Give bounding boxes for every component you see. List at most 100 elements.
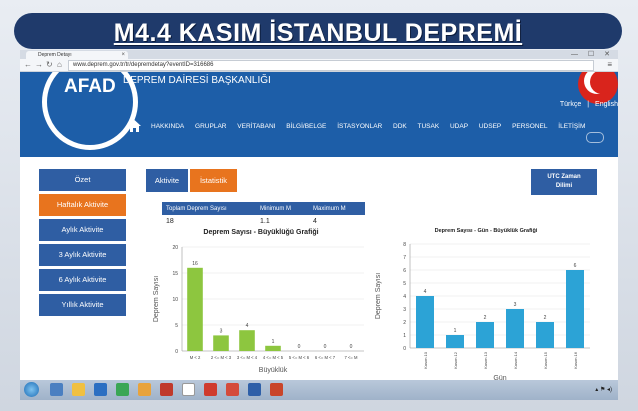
stats-header-min: Minimum M <box>256 202 309 215</box>
browser-tabstrip: Deprem Detayı × — ☐ ✕ <box>20 50 618 59</box>
app-red-icon[interactable] <box>204 383 217 396</box>
stats-header-row: Toplam Deprem Sayısı Minimum M Maximum M <box>162 202 365 215</box>
y-tick-label: 20 <box>172 245 178 251</box>
x-tick-label: M < 2 <box>190 355 201 360</box>
media-icon[interactable] <box>138 383 151 396</box>
word-icon[interactable] <box>94 383 107 396</box>
url-input[interactable]: www.deprem.gov.tr/tr/depremdetay?eventID… <box>68 60 594 71</box>
department-name: DEPREM DAİRESİ BAŞKANLIĞI <box>123 75 271 86</box>
sidebar-item-ozet[interactable]: Özet <box>39 169 126 191</box>
nav-item-istasyonlar[interactable]: İSTASYONLAR <box>337 123 382 130</box>
utc-timezone-button[interactable]: UTC Zaman Dilimi <box>531 169 597 195</box>
system-tray-icons[interactable]: ▴ ⚑ ◂) <box>595 386 612 393</box>
x-tick-label: Kasım 10 <box>423 351 428 369</box>
browser-window: Deprem Detayı × — ☐ ✕ ← → ↻ ⌂ www.deprem… <box>20 50 618 388</box>
language-switch: Türkçe | English <box>556 101 618 108</box>
y-tick-label: 7 <box>403 255 406 261</box>
sidebar-item-haftalik[interactable]: Haftalık Aktivite <box>39 194 126 216</box>
nav-item-ddk[interactable]: DDK <box>393 123 407 130</box>
x-tick-label: 3 <= M < 4 <box>237 355 258 360</box>
nav-item-veritabani[interactable]: VERİTABANI <box>237 123 275 130</box>
main-content: Özet Haftalık Aktivite Aylık Aktivite 3 … <box>20 157 618 388</box>
home-browser-icon[interactable]: ⌂ <box>57 59 62 71</box>
sidebar-item-yillik[interactable]: Yıllık Aktivite <box>39 294 126 316</box>
excel-icon[interactable] <box>116 383 129 396</box>
start-button-icon[interactable] <box>24 382 39 397</box>
y-tick-label: 5 <box>175 323 178 329</box>
y-tick-label: 1 <box>403 333 406 339</box>
stats-header-total: Toplam Deprem Sayısı <box>162 202 256 215</box>
x-tick-label: 6 <= M < 7 <box>315 355 336 360</box>
taskbar: ▴ ⚑ ◂) <box>20 380 618 400</box>
magnitude-chart: Deprem Sayısı - Büyüklüğü Grafiği 0 5 10 15… <box>148 225 374 385</box>
browser-tab[interactable]: Deprem Detayı × <box>26 51 128 59</box>
y-tick-label: 5 <box>403 281 406 287</box>
nav-item-gruplar[interactable]: GRUPLAR <box>195 123 226 130</box>
nav-item-udsep[interactable]: UDSEP <box>479 123 501 130</box>
data-label: 2 <box>544 315 547 321</box>
y-tick-label: 10 <box>172 297 178 303</box>
folder-icon[interactable] <box>72 383 85 396</box>
bar <box>446 335 464 348</box>
stats-header-max: Maximum M <box>309 202 365 215</box>
sidebar-item-6-aylik[interactable]: 6 Aylık Aktivite <box>39 269 126 291</box>
nav-item-udap[interactable]: UDAP <box>450 123 468 130</box>
y-tick-label: 15 <box>172 271 178 277</box>
x-tick-label: Kasım 13 <box>483 351 488 369</box>
nav-item-tusak[interactable]: TUSAK <box>417 123 439 130</box>
tab-close-icon[interactable]: × <box>121 51 125 59</box>
bar <box>506 309 524 348</box>
browser-menu-icon[interactable]: ≡ <box>607 59 612 71</box>
y-tick-label: 2 <box>403 320 406 326</box>
lang-turkish-link[interactable]: Türkçe <box>560 101 581 108</box>
nav-item-bilgi-belge[interactable]: BİLGİ/BELGE <box>286 123 326 130</box>
y-tick-label: 4 <box>403 294 406 300</box>
y-axis-title: Deprem Sayısı <box>375 273 382 319</box>
bar <box>536 322 554 348</box>
lang-english-link[interactable]: English <box>595 101 618 108</box>
sidebar-item-aylik[interactable]: Aylık Aktivite <box>39 219 126 241</box>
magnitude-chart-title: Deprem Sayısı - Büyüklüğü Grafiği <box>203 229 319 236</box>
bar <box>187 267 203 351</box>
taskbar-app-icon[interactable] <box>50 383 63 396</box>
data-label: 6 <box>574 263 577 269</box>
forward-icon[interactable]: → <box>35 59 43 71</box>
tab-aktivite[interactable]: Aktivite <box>146 169 188 192</box>
window-controls[interactable]: — ☐ ✕ <box>571 50 614 59</box>
bar <box>213 335 229 351</box>
data-label: 4 <box>424 289 427 295</box>
site-logo[interactable]: AFAD <box>64 76 116 98</box>
data-label: 2 <box>484 315 487 321</box>
data-label: 4 <box>246 323 249 329</box>
y-axis-title: Deprem Sayısı <box>153 276 160 322</box>
nav-item-iletisim[interactable]: İLETİŞİM <box>558 123 585 130</box>
slide-title: M4.4 KASIM İSTANBUL DEPREMİ <box>113 19 523 47</box>
chrome-icon[interactable] <box>226 383 239 396</box>
browser-tab-title: Deprem Detayı <box>38 52 72 58</box>
x-tick-label: 5 <= M < 6 <box>289 355 310 360</box>
player-icon[interactable] <box>160 383 173 396</box>
back-icon[interactable]: ← <box>24 59 32 71</box>
y-tick-label: 6 <box>403 268 406 274</box>
y-tick-label: 3 <box>403 307 406 313</box>
data-label: 0 <box>298 344 301 350</box>
sidebar-item-3-aylik[interactable]: 3 Aylık Aktivite <box>39 244 126 266</box>
data-label: 16 <box>192 261 198 267</box>
tab-istatistik[interactable]: İstatistik <box>190 169 237 192</box>
nav-item-personel[interactable]: PERSONEL <box>512 123 547 130</box>
nav-item-hakkinda[interactable]: HAKKINDA <box>151 123 184 130</box>
x-tick-label: 7 <= M <box>344 355 358 360</box>
daily-chart: Deprem Sayısı - Gün - Büyüklük Grafiği 0… <box>370 225 602 385</box>
app-blue-icon[interactable] <box>248 383 261 396</box>
daily-chart-svg: 0 1 2 3 4 5 6 7 8 4 Kasım 10 1 Kasım 12 2 Kasım 13 3 Kas… <box>375 242 590 382</box>
magnitude-chart-svg: 0 5 10 15 20 16 M < 2 3 2 <= M < 3 4 3 <= M < 4 1 4 … <box>153 245 364 374</box>
powerpoint-icon[interactable] <box>270 383 283 396</box>
yandex-icon[interactable] <box>182 383 195 396</box>
home-icon[interactable] <box>128 120 141 132</box>
y-tick-label: 8 <box>403 242 406 248</box>
reload-icon[interactable]: ↻ <box>46 59 53 71</box>
data-label: 1 <box>454 328 457 334</box>
bar <box>265 345 281 351</box>
x-tick-label: Kasım 15 <box>543 351 548 369</box>
toggle-icon[interactable] <box>586 132 604 143</box>
